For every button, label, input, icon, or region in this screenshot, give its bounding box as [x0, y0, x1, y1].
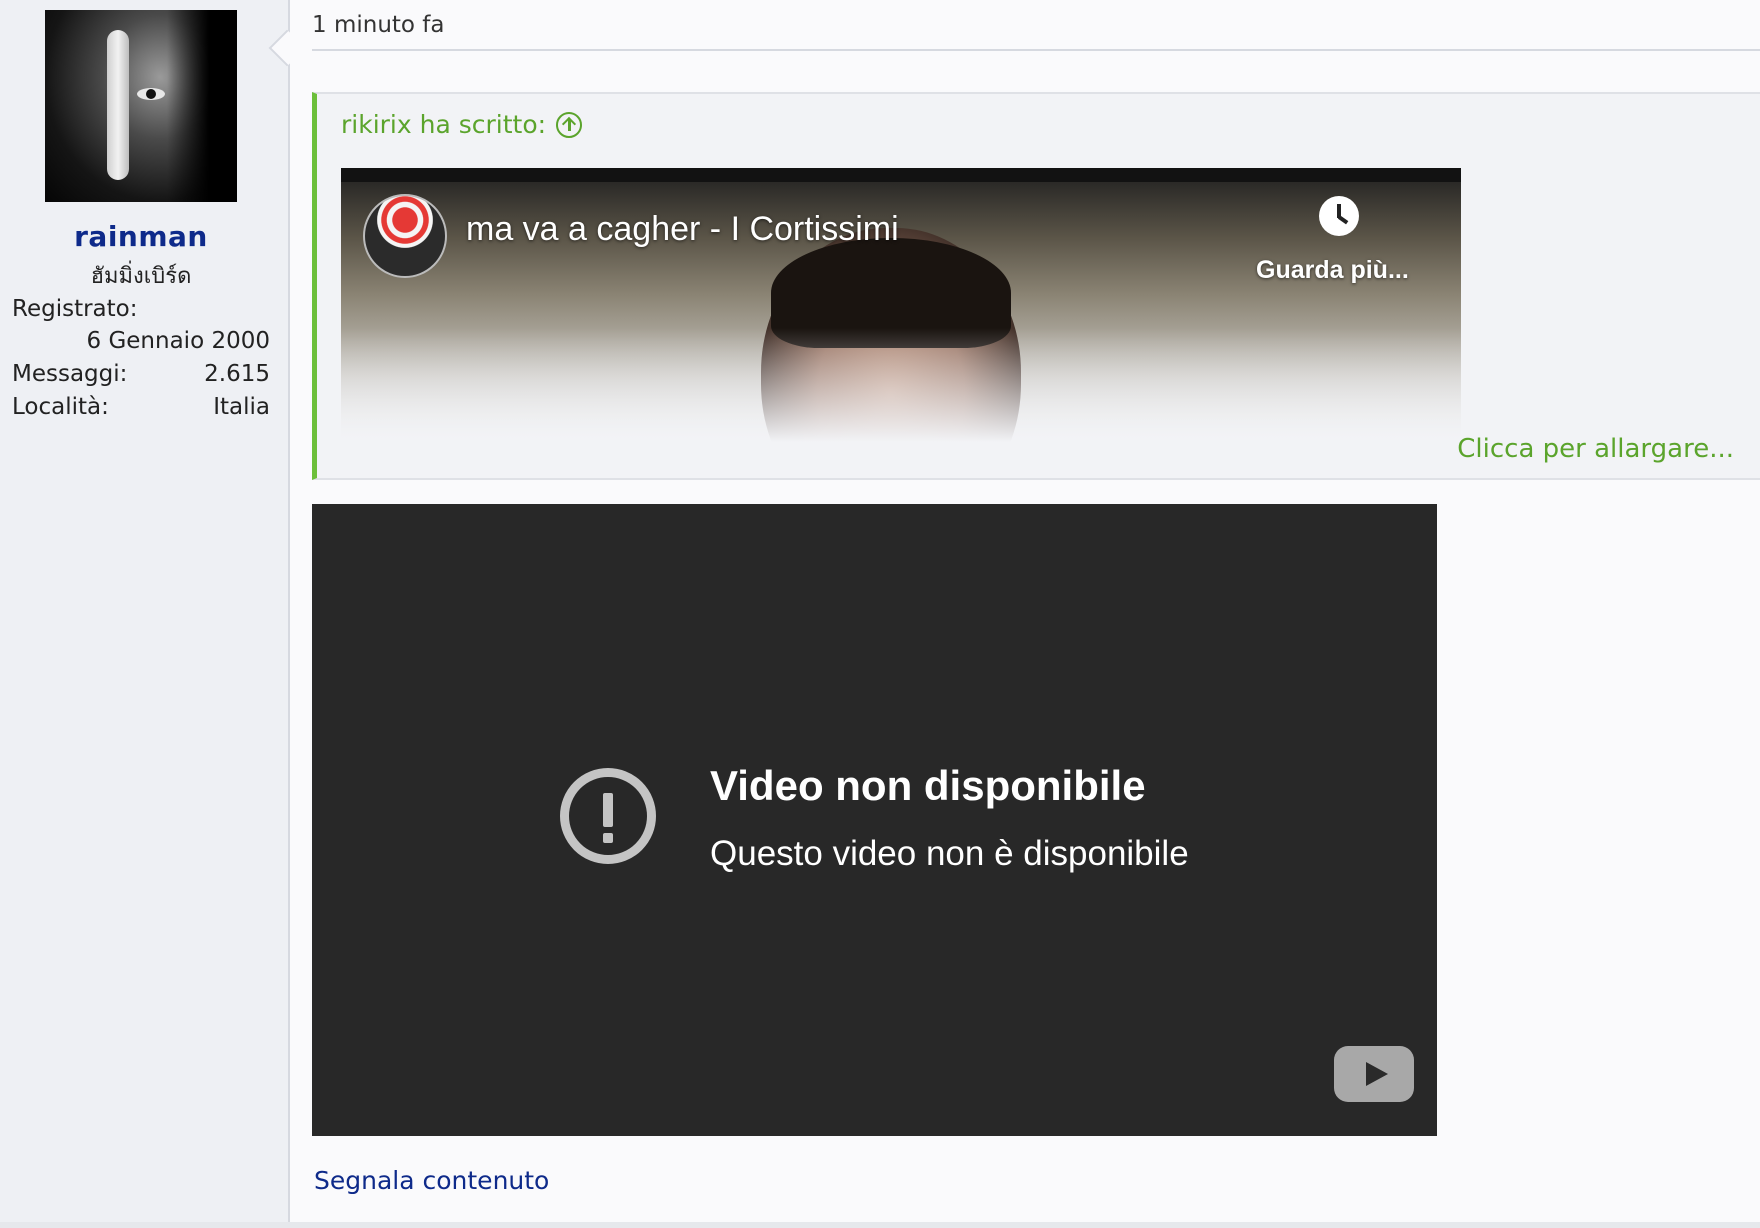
quote-author[interactable]: rikirix ha scritto: — [341, 110, 546, 139]
user-avatar[interactable] — [45, 10, 237, 202]
watch-later-label[interactable]: Guarda più... — [1256, 256, 1409, 285]
avatar-finger-shape — [107, 30, 129, 180]
video-unavailable-title: Video non disponibile — [710, 762, 1146, 809]
quote-block: rikirix ha scritto: ma va a cagher - I C… — [312, 92, 1760, 480]
video-unavailable-subtitle: Questo video non è disponibile — [710, 834, 1189, 873]
user-title: ฮัมมิ่งเบิร์ด — [90, 264, 192, 289]
go-to-quoted-post-icon[interactable] — [556, 111, 583, 138]
username-link[interactable]: rainman — [0, 220, 282, 253]
video-topbar — [341, 168, 1461, 182]
stat-value: 6 Gennaio 2000 — [86, 328, 270, 354]
channel-avatar-icon[interactable] — [363, 194, 447, 278]
avatar-eye-shape — [137, 88, 165, 100]
watch-later-clock-icon[interactable] — [1319, 196, 1359, 236]
stat-label: Registrato: — [12, 296, 138, 322]
stat-label: Località: — [12, 394, 109, 420]
quote-header[interactable]: rikirix ha scritto: — [341, 110, 583, 139]
stat-value: 2.615 — [204, 361, 270, 387]
post-timestamp[interactable]: 1 minuto fa — [312, 12, 445, 38]
post-body: 1 minuto fa rikirix ha scritto: ma va a … — [290, 0, 1760, 1228]
bottom-divider — [0, 1222, 1760, 1228]
youtube-play-icon[interactable] — [1334, 1046, 1414, 1102]
embedded-video-player[interactable]: Video non disponibile Questo video non è… — [312, 504, 1437, 1136]
stat-label: Messaggi: — [12, 361, 128, 387]
avatar-hair-shape — [167, 10, 237, 202]
divider — [312, 49, 1760, 51]
user-sidebar: rainman ฮัมมิ่งเบิร์ด Registrato: 6 Genn… — [0, 0, 290, 1228]
stat-value: Italia — [213, 394, 270, 420]
video-title[interactable]: ma va a cagher - I Cortissimi — [466, 210, 899, 249]
quoted-video-preview[interactable]: ma va a cagher - I Cortissimi Guarda più… — [341, 168, 1461, 448]
report-content-link[interactable]: Segnala contenuto — [314, 1166, 549, 1195]
exclamation-circle-icon — [560, 768, 656, 864]
expand-quote-link[interactable]: Clicca per allargare... — [1457, 434, 1734, 464]
video-fade-overlay — [341, 328, 1461, 448]
